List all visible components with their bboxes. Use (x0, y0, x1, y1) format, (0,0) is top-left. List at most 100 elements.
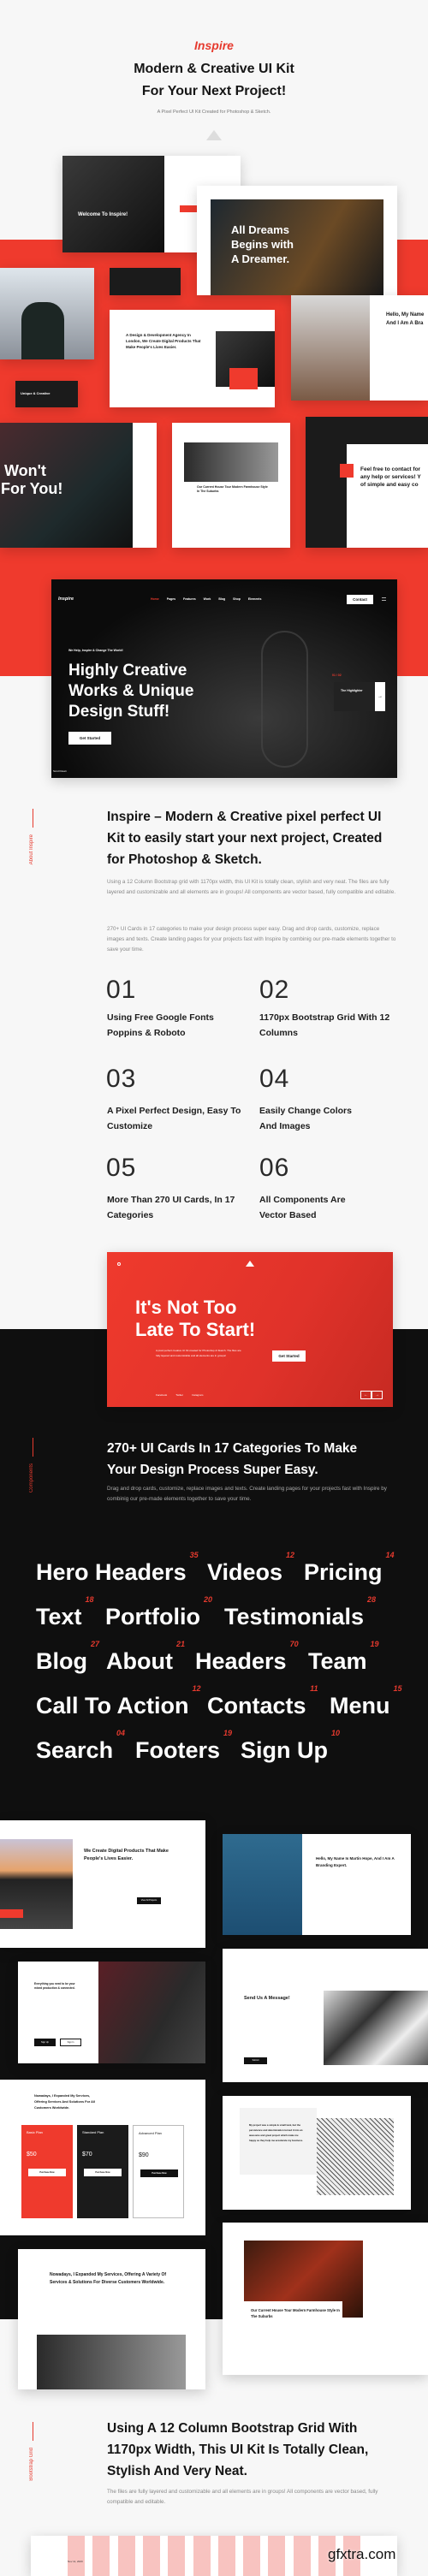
category-testimonials[interactable]: Testimonials 28 (224, 1595, 376, 1630)
nav-home[interactable]: Home (151, 597, 159, 601)
slide-card-title: The Highlighter (341, 689, 363, 692)
category-portfolio[interactable]: Portfolio 20 (105, 1595, 212, 1630)
hello-title-2: And I Am A Bra (386, 321, 424, 326)
contact-mockup: Feel free to contact for any help or ser… (306, 417, 428, 548)
twitter-link[interactable]: Twitter (175, 1393, 183, 1397)
components-para: Drag and drop cards, customize, replace … (107, 1486, 387, 1502)
category-team[interactable]: Team 19 (308, 1640, 379, 1675)
nav-shop[interactable]: Shop (233, 597, 241, 601)
category-pricing[interactable]: Pricing 14 (304, 1551, 395, 1586)
cta-title-2: Late To Start! (135, 1319, 256, 1340)
feature-title: More Than 270 UI Cards, In 17 Categories (107, 1195, 235, 1220)
category-footers[interactable]: Footers 19 (135, 1729, 232, 1764)
category-about[interactable]: About 21 (106, 1640, 185, 1675)
nav-pages[interactable]: Pages (167, 597, 175, 601)
signup-button[interactable]: Sign Up (34, 2039, 56, 2046)
slide-counter: 01 / 02 (332, 674, 342, 677)
grid-side-label: Bootstrap Grid (29, 2448, 34, 2481)
feature-number: 05 (106, 1154, 137, 1182)
next-slide-button[interactable]: → (375, 682, 385, 711)
wont-mockup: Won't For You! (0, 423, 157, 548)
category-count: 18 (85, 1595, 94, 1604)
menu-icon[interactable] (382, 597, 386, 601)
grid-column (68, 2536, 85, 2576)
plan-name: Basic Plan (27, 2130, 43, 2134)
hero-get-started-button[interactable]: Get Started (68, 732, 111, 745)
category-menu[interactable]: Menu 15 (330, 1684, 402, 1719)
services-card: Nowadays, I Expanded My Services, Offeri… (18, 2249, 205, 2389)
portrait-mockup (0, 268, 94, 359)
category-count: 14 (385, 1551, 395, 1559)
hello-card-title: Hello, My Name Is Martin Hope, And I Am … (316, 1856, 395, 1867)
category-call-to-action[interactable]: Call To Action 12 (36, 1684, 201, 1719)
category-count: 10 (330, 1729, 340, 1737)
category-name: Text (36, 1604, 82, 1629)
category-count: 15 (393, 1684, 402, 1693)
category-videos[interactable]: Videos 12 (207, 1551, 294, 1586)
scroll-down[interactable]: Scroll Down (53, 769, 67, 773)
next-arrow-button[interactable]: → (372, 1391, 383, 1399)
purchase-button[interactable]: Purchase Now (140, 2169, 178, 2177)
blog-collage-title: Our Current House Tour Modern Farmhouse … (197, 485, 268, 493)
category-contacts[interactable]: Contacts 11 (207, 1684, 318, 1719)
category-blog[interactable]: Blog 27 (36, 1640, 99, 1675)
cta-get-started-button[interactable]: Get Started (272, 1350, 306, 1362)
facebook-link[interactable]: Facebook (156, 1393, 167, 1397)
category-text[interactable]: Text 18 (36, 1595, 94, 1630)
category-count: 27 (90, 1640, 99, 1648)
bike-image (261, 631, 308, 768)
category-name: Call To Action (36, 1693, 189, 1718)
plan-price: $70 (82, 2152, 92, 2158)
search-icon[interactable] (117, 1262, 121, 1266)
category-name: Portfolio (105, 1604, 200, 1629)
about-card-button[interactable]: View All Projects (137, 1897, 161, 1904)
category-count: 19 (370, 1640, 379, 1648)
category-search[interactable]: Search 04 (36, 1729, 125, 1764)
grid-column (117, 2536, 135, 2576)
feature-title: Easily Change Colors And Images (259, 1106, 352, 1131)
purchase-button[interactable]: Purchase Now (84, 2169, 122, 2176)
category-count: 12 (286, 1551, 295, 1559)
instagram-link[interactable]: Instagram (192, 1393, 203, 1397)
category-name: Sign Up (241, 1737, 328, 1763)
prev-arrow-button[interactable]: ← (360, 1391, 372, 1399)
components-heading: 270+ UI Cards In 17 Categories To Make Y… (107, 1441, 358, 1477)
grid-column (168, 2536, 186, 2576)
message-submit-button[interactable]: Submit (244, 2057, 267, 2064)
hero-logo[interactable]: Inspire (58, 597, 74, 602)
hero-nav: Home Pages Features Work Blog Shop Eleme… (151, 597, 261, 601)
feature-number: 04 (259, 1065, 290, 1093)
purchase-button[interactable]: Purchase Now (28, 2169, 66, 2176)
services-title: Nowadays, I Expanded My Services, Offeri… (34, 2094, 96, 2110)
dreams-title-3: A Dreamer. (231, 252, 290, 265)
category-count: 28 (367, 1595, 377, 1604)
cta-social: Facebook Twitter Instagram (156, 1393, 203, 1397)
nav-blog[interactable]: Blog (218, 597, 225, 601)
category-sign-up[interactable]: Sign Up 10 (241, 1729, 340, 1764)
nav-work[interactable]: Work (204, 597, 211, 601)
feature-number: 01 (106, 976, 137, 1004)
slide-card[interactable]: The Highlighter (334, 682, 375, 711)
nav-elements[interactable]: Elements (248, 597, 262, 601)
category-hero-headers[interactable]: Hero Headers 35 (36, 1551, 199, 1586)
unique-label: Unique & Creative (21, 391, 51, 395)
nav-features[interactable]: Features (183, 597, 196, 601)
testimonial-card: My project was a simple & small task, bu… (223, 2096, 411, 2210)
category-count: 70 (289, 1640, 299, 1648)
grid-column (92, 2536, 110, 2576)
category-count: 35 (189, 1551, 199, 1559)
category-count: 04 (116, 1729, 126, 1737)
category-name: Menu (330, 1693, 390, 1718)
contact-title-2: any help or services! Y (360, 474, 421, 480)
signin-button[interactable]: Sign In (60, 2039, 81, 2046)
hero-contact-button[interactable]: Contact (347, 595, 373, 604)
dreams-mockup: All Dreams Begins with A Dreamer. (197, 186, 397, 295)
hello-card: Hello, My Name Is Martin Hope, And I Am … (223, 1834, 411, 1935)
category-headers[interactable]: Headers 70 (195, 1640, 299, 1675)
feature-number: 03 (106, 1065, 137, 1093)
category-name: Videos (207, 1559, 283, 1585)
contact-title-3: of simple and easy co (360, 482, 419, 488)
dreams-title-2: Begins with (231, 238, 294, 251)
agency-title: A Design & Development Agency In London,… (126, 333, 201, 349)
about-para-2: 270+ UI Cards in 17 categories to make y… (107, 926, 396, 953)
